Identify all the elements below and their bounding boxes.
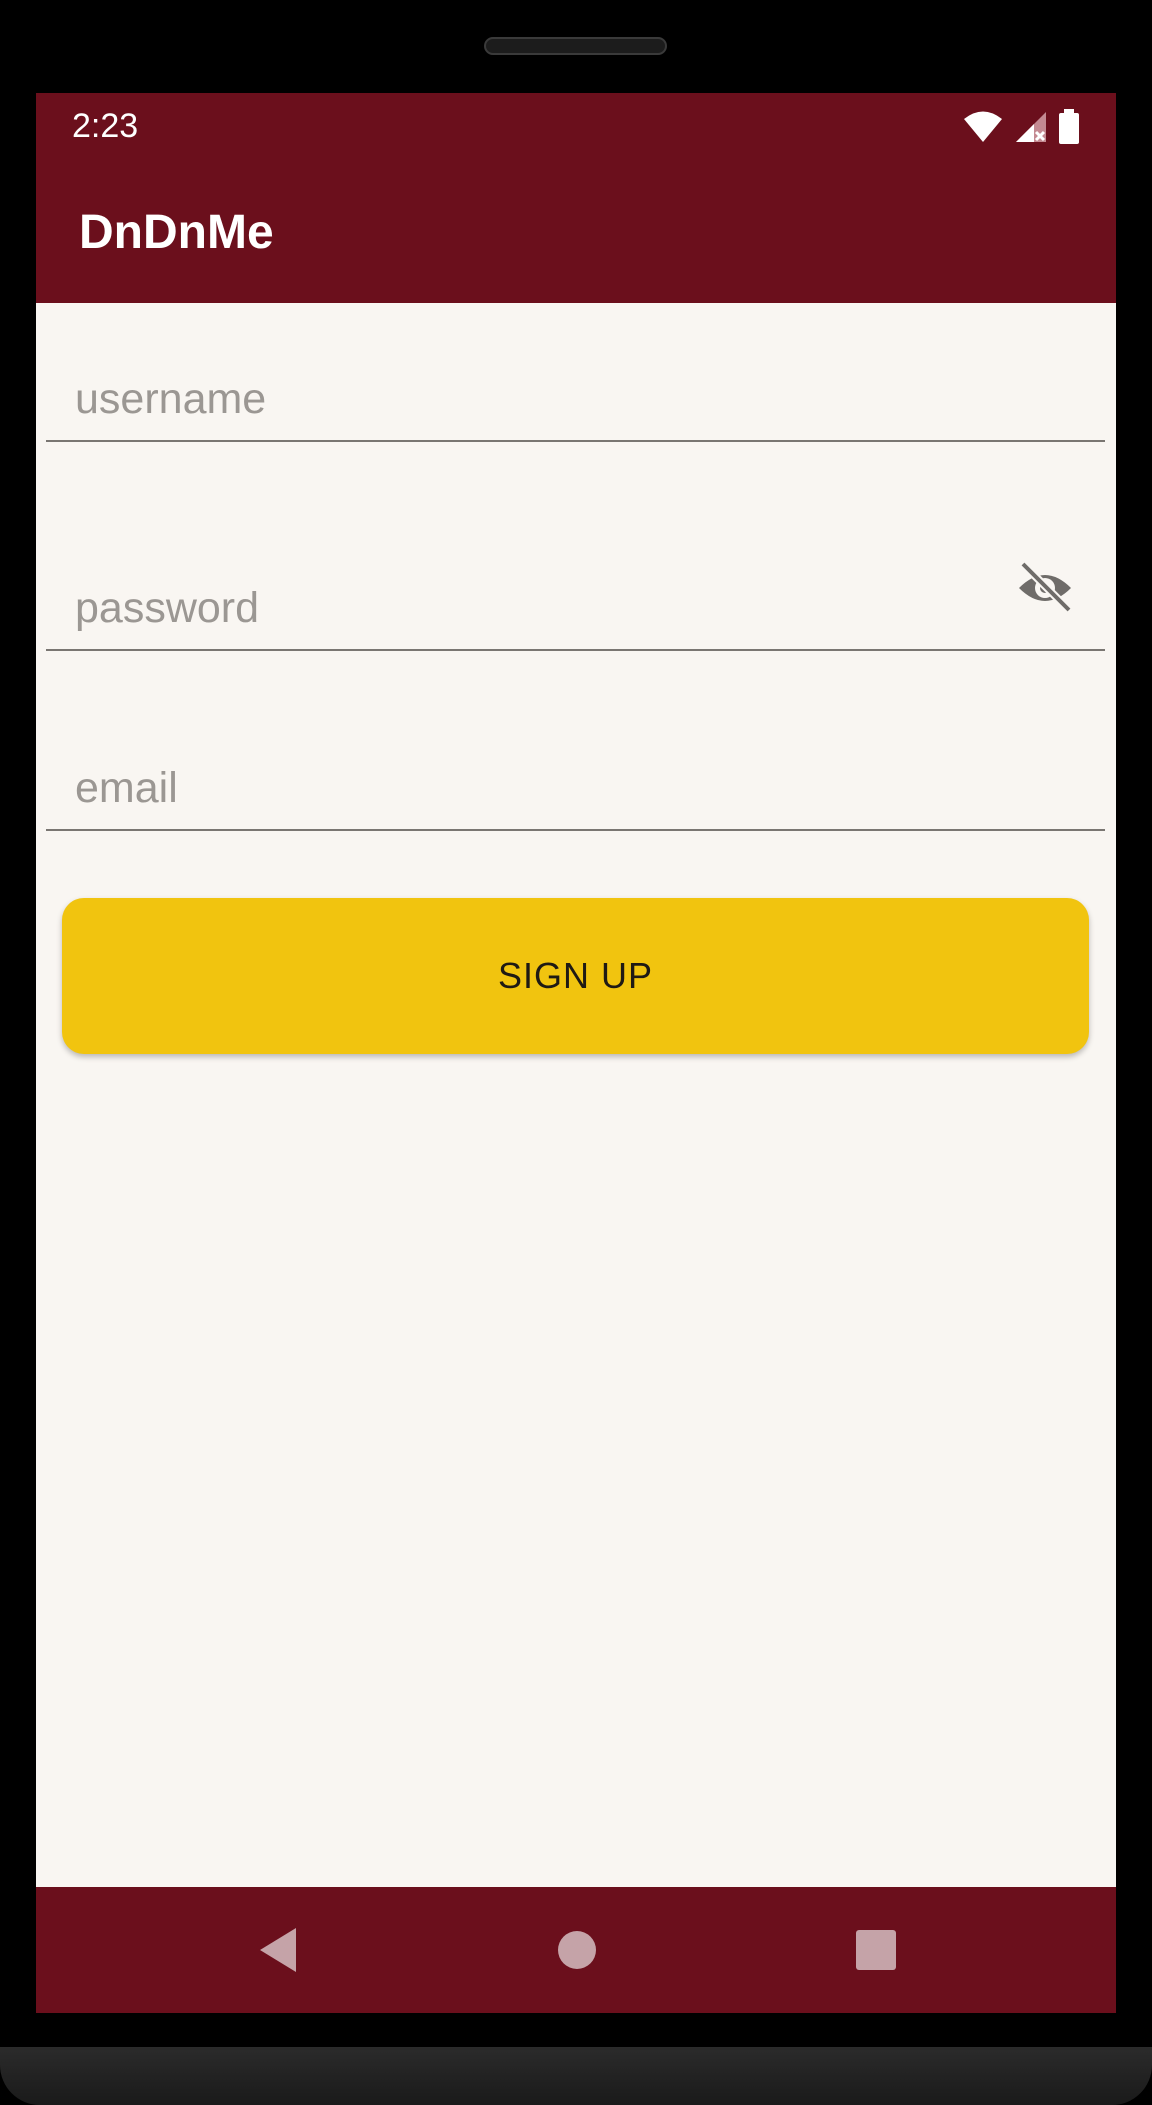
email-input[interactable] [75,764,975,813]
status-bar: 2:23 [36,93,1116,165]
battery-icon [1059,109,1079,144]
wifi-icon [964,111,1002,142]
app-title: DnDnMe [79,206,274,259]
username-input[interactable] [75,375,975,424]
app-bar: DnDnMe [36,165,1116,303]
status-time: 2:23 [72,107,139,145]
password-input[interactable] [75,584,975,633]
password-field[interactable] [46,538,1105,651]
back-icon[interactable] [252,1924,304,1976]
sign-up-button[interactable]: SIGN UP [62,898,1089,1054]
app-screen: 2:23 DnDnMe username email SIGN UP [36,93,1116,2013]
recents-icon[interactable] [850,1924,902,1976]
visibility-off-icon[interactable] [1015,558,1075,618]
signal-icon [1016,112,1046,142]
username-field[interactable] [46,348,1105,442]
home-icon[interactable] [551,1924,603,1976]
email-field[interactable] [46,733,1105,831]
earpiece-speaker [484,37,667,55]
bottom-bezel [0,2047,1152,2105]
status-icons [962,107,1080,147]
navigation-bar [36,1887,1116,2013]
phone-frame: 2:23 DnDnMe username email SIGN UP [0,0,1152,2105]
